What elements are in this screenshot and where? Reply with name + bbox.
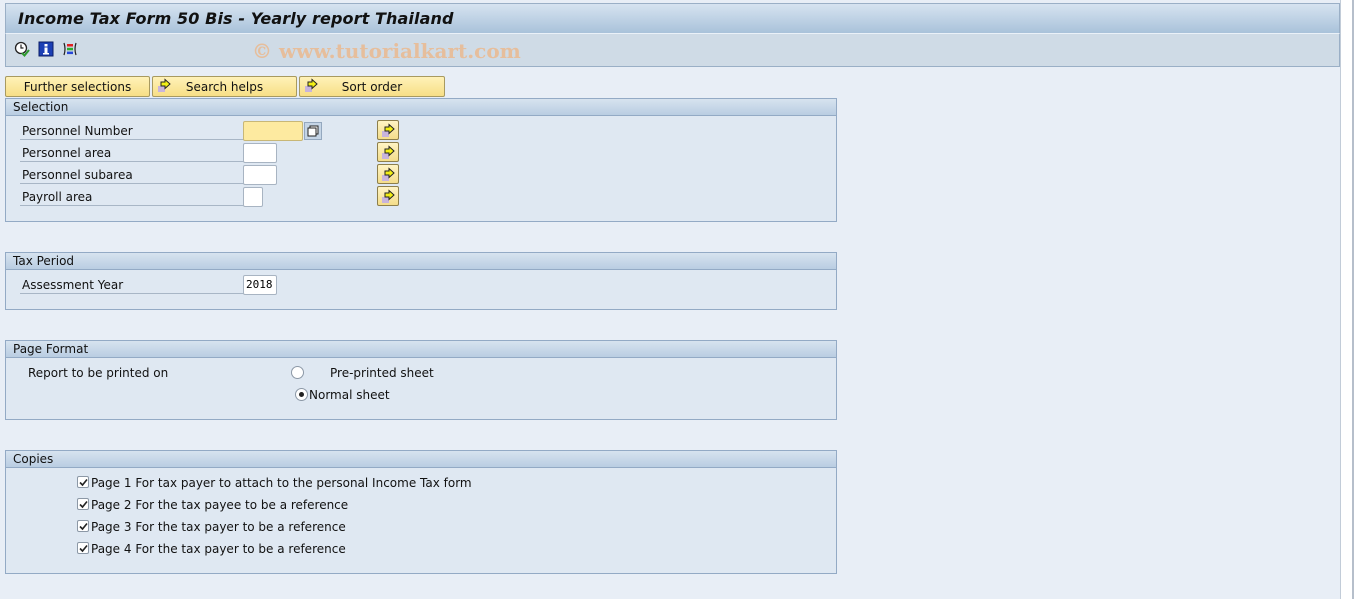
- sort-order-label: Sort order: [341, 79, 403, 94]
- personnel-subarea-multiple-selection-button[interactable]: [377, 164, 399, 184]
- copies-group: Copies Page 1 For tax payer to attach to…: [5, 450, 837, 574]
- page-3-label: Page 3 For the tax payer to be a referen…: [91, 520, 346, 534]
- row-underline: [20, 139, 244, 140]
- execute-clock-icon[interactable]: [14, 41, 30, 57]
- arrow-right-icon: [382, 145, 395, 159]
- page-format-group: Page Format Report to be printed on Pre-…: [5, 340, 837, 420]
- information-icon[interactable]: [38, 41, 54, 57]
- personnel-area-label: Personnel area: [22, 146, 112, 160]
- checkmark-icon: [79, 500, 88, 509]
- pre-printed-sheet-label: Pre-printed sheet: [330, 366, 434, 380]
- page-4-label: Page 4 For the tax payer to be a referen…: [91, 542, 346, 556]
- personnel-subarea-label: Personnel subarea: [22, 168, 133, 182]
- normal-sheet-label: Normal sheet: [309, 388, 390, 402]
- tax-period-group-title: Tax Period: [6, 253, 836, 270]
- page-1-label: Page 1 For tax payer to attach to the pe…: [91, 476, 472, 490]
- search-helps-button[interactable]: Search helps: [152, 76, 297, 97]
- report-printed-on-label: Report to be printed on: [28, 366, 169, 380]
- selection-group-title: Selection: [6, 99, 836, 116]
- page-3-checkbox[interactable]: [77, 520, 89, 532]
- personnel-area-multiple-selection-button[interactable]: [377, 142, 399, 162]
- personnel-number-label: Personnel Number: [22, 124, 133, 138]
- multiple-selection-icon[interactable]: [304, 122, 322, 140]
- pre-printed-sheet-radio[interactable]: [291, 366, 304, 379]
- personnel-number-multiple-selection-button[interactable]: [377, 120, 399, 140]
- arrow-right-icon: [382, 167, 395, 181]
- payroll-area-input[interactable]: [243, 187, 263, 207]
- selection-options-icon[interactable]: [62, 41, 78, 57]
- search-helps-label: Search helps: [185, 79, 264, 94]
- page-2-checkbox[interactable]: [77, 498, 89, 510]
- tax-period-group: Tax Period Assessment Year 2018: [5, 252, 837, 310]
- row-underline: [20, 205, 244, 206]
- arrow-right-icon: [304, 78, 320, 94]
- assessment-year-label: Assessment Year: [22, 278, 124, 292]
- arrow-right-icon: [382, 189, 395, 203]
- further-selections-button[interactable]: Further selections: [5, 76, 150, 97]
- row-underline: [20, 183, 244, 184]
- arrow-right-icon: [382, 123, 395, 137]
- personnel-subarea-input[interactable]: [243, 165, 277, 185]
- row-underline: [20, 293, 244, 294]
- application-toolbar: © www.tutorialkart.com: [5, 34, 1340, 67]
- personnel-area-input[interactable]: [243, 143, 277, 163]
- normal-sheet-radio[interactable]: [295, 388, 308, 401]
- page-title: Income Tax Form 50 Bis - Yearly report T…: [18, 9, 454, 28]
- checkmark-icon: [79, 544, 88, 553]
- further-selections-label: Further selections: [23, 79, 132, 94]
- page-4-checkbox[interactable]: [77, 542, 89, 554]
- selection-group: Selection Personnel Number Personnel are…: [5, 98, 837, 222]
- watermark-text: © www.tutorialkart.com: [252, 39, 521, 63]
- row-underline: [20, 161, 244, 162]
- sort-order-button[interactable]: Sort order: [299, 76, 445, 97]
- copies-group-title: Copies: [6, 451, 836, 468]
- page-format-group-title: Page Format: [6, 341, 836, 358]
- payroll-area-label: Payroll area: [22, 190, 93, 204]
- page-1-checkbox[interactable]: [77, 476, 89, 488]
- arrow-right-icon: [157, 78, 173, 94]
- checkmark-icon: [79, 478, 88, 487]
- title-bar: Income Tax Form 50 Bis - Yearly report T…: [5, 3, 1340, 34]
- page-2-label: Page 2 For the tax payee to be a referen…: [91, 498, 349, 512]
- payroll-area-multiple-selection-button[interactable]: [377, 186, 399, 206]
- checkmark-icon: [79, 522, 88, 531]
- personnel-number-input[interactable]: [243, 121, 303, 141]
- assessment-year-input[interactable]: 2018: [243, 275, 277, 295]
